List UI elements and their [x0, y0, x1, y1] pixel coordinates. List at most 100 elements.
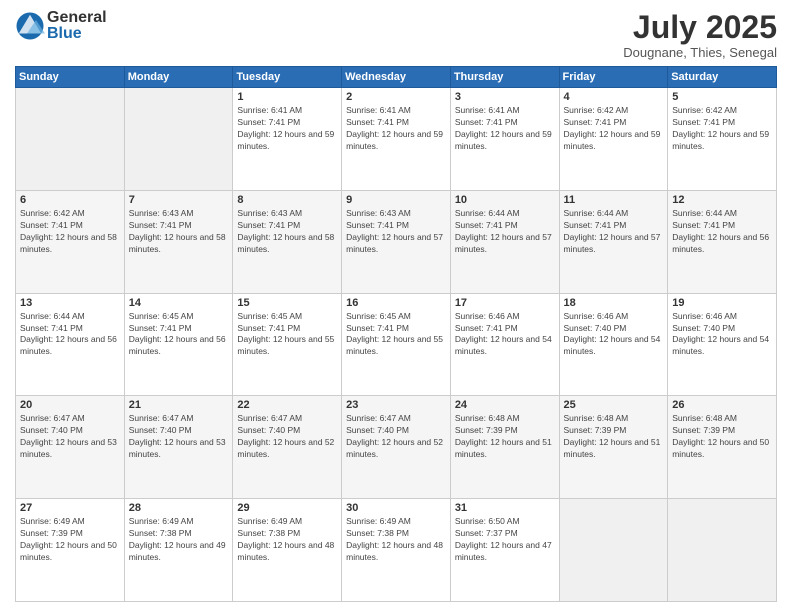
calendar-cell: 7 Sunrise: 6:43 AMSunset: 7:41 PMDaylight… [124, 190, 233, 293]
day-info: Sunrise: 6:41 AMSunset: 7:41 PMDaylight:… [346, 105, 446, 153]
day-header: Sunday [16, 67, 125, 88]
day-info: Sunrise: 6:47 AMSunset: 7:40 PMDaylight:… [20, 413, 120, 461]
calendar-cell [668, 499, 777, 602]
month-year: July 2025 [623, 10, 777, 45]
day-header: Tuesday [233, 67, 342, 88]
day-info: Sunrise: 6:49 AMSunset: 7:38 PMDaylight:… [346, 516, 446, 564]
calendar-header-row: SundayMondayTuesdayWednesdayThursdayFrid… [16, 67, 777, 88]
calendar-cell: 31 Sunrise: 6:50 AMSunset: 7:37 PMDayligh… [450, 499, 559, 602]
day-number: 24 [455, 399, 555, 411]
day-number: 27 [20, 502, 120, 514]
calendar-cell: 14 Sunrise: 6:45 AMSunset: 7:41 PMDayligh… [124, 293, 233, 396]
calendar-cell: 16Sunrise: 6:45 AMSunset: 7:41 PMDayligh… [342, 293, 451, 396]
day-number: 9 [346, 194, 446, 206]
day-info: Sunrise: 6:44 AMSunset: 7:41 PMDaylight:… [20, 311, 120, 359]
day-number: 14 [129, 297, 229, 309]
day-info: Sunrise: 6:50 AMSunset: 7:37 PMDaylight:… [455, 516, 555, 564]
day-number: 8 [237, 194, 337, 206]
day-header: Saturday [668, 67, 777, 88]
calendar-cell: 4 Sunrise: 6:42 AMSunset: 7:41 PMDaylight… [559, 88, 668, 191]
day-info: Sunrise: 6:42 AMSunset: 7:41 PMDaylight:… [672, 105, 772, 153]
calendar-cell: 17Sunrise: 6:46 AMSunset: 7:41 PMDayligh… [450, 293, 559, 396]
day-number: 15 [237, 297, 337, 309]
calendar-cell: 18 Sunrise: 6:46 AMSunset: 7:40 PMDayligh… [559, 293, 668, 396]
day-number: 30 [346, 502, 446, 514]
day-header: Friday [559, 67, 668, 88]
day-info: Sunrise: 6:43 AMSunset: 7:41 PMDaylight:… [237, 208, 337, 256]
day-number: 10 [455, 194, 555, 206]
day-info: Sunrise: 6:42 AMSunset: 7:41 PMDaylight:… [564, 105, 664, 153]
day-number: 7 [129, 194, 229, 206]
day-info: Sunrise: 6:41 AMSunset: 7:41 PMDaylight:… [237, 105, 337, 153]
day-number: 21 [129, 399, 229, 411]
calendar-cell: 10 Sunrise: 6:44 AMSunset: 7:41 PMDayligh… [450, 190, 559, 293]
calendar-cell: 24 Sunrise: 6:48 AMSunset: 7:39 PMDayligh… [450, 396, 559, 499]
day-number: 31 [455, 502, 555, 514]
calendar-cell: 13 Sunrise: 6:44 AMSunset: 7:41 PMDayligh… [16, 293, 125, 396]
day-number: 26 [672, 399, 772, 411]
title-block: July 2025 Dougnane, Thies, Senegal [623, 10, 777, 60]
calendar-cell: 22Sunrise: 6:47 AMSunset: 7:40 PMDayligh… [233, 396, 342, 499]
logo-text: General Blue [47, 10, 107, 42]
day-info: Sunrise: 6:42 AMSunset: 7:41 PMDaylight:… [20, 208, 120, 256]
day-number: 28 [129, 502, 229, 514]
logo-blue-text: Blue [47, 26, 107, 42]
calendar-cell [124, 88, 233, 191]
calendar-cell: 20 Sunrise: 6:47 AMSunset: 7:40 PMDayligh… [16, 396, 125, 499]
calendar-cell: 29Sunrise: 6:49 AMSunset: 7:38 PMDayligh… [233, 499, 342, 602]
calendar-cell: 27Sunrise: 6:49 AMSunset: 7:39 PMDayligh… [16, 499, 125, 602]
logo: General Blue [15, 10, 107, 42]
calendar-cell: 2Sunrise: 6:41 AMSunset: 7:41 PMDaylight… [342, 88, 451, 191]
day-info: Sunrise: 6:41 AMSunset: 7:41 PMDaylight:… [455, 105, 555, 153]
calendar-cell: 15 Sunrise: 6:45 AMSunset: 7:41 PMDayligh… [233, 293, 342, 396]
day-info: Sunrise: 6:44 AMSunset: 7:41 PMDaylight:… [564, 208, 664, 256]
header: General Blue July 2025 Dougnane, Thies, … [15, 10, 777, 60]
day-header: Monday [124, 67, 233, 88]
calendar-cell: 6 Sunrise: 6:42 AMSunset: 7:41 PMDaylight… [16, 190, 125, 293]
day-number: 12 [672, 194, 772, 206]
calendar-cell: 1 Sunrise: 6:41 AMSunset: 7:41 PMDaylight… [233, 88, 342, 191]
calendar-cell: 5 Sunrise: 6:42 AMSunset: 7:41 PMDaylight… [668, 88, 777, 191]
day-number: 13 [20, 297, 120, 309]
calendar-cell: 8 Sunrise: 6:43 AMSunset: 7:41 PMDaylight… [233, 190, 342, 293]
day-info: Sunrise: 6:48 AMSunset: 7:39 PMDaylight:… [672, 413, 772, 461]
day-number: 23 [346, 399, 446, 411]
day-info: Sunrise: 6:47 AMSunset: 7:40 PMDaylight:… [237, 413, 337, 461]
day-info: Sunrise: 6:44 AMSunset: 7:41 PMDaylight:… [455, 208, 555, 256]
logo-general-text: General [47, 10, 107, 26]
day-info: Sunrise: 6:45 AMSunset: 7:41 PMDaylight:… [129, 311, 229, 359]
logo-icon [15, 11, 45, 41]
calendar-week-row: 6 Sunrise: 6:42 AMSunset: 7:41 PMDaylight… [16, 190, 777, 293]
calendar-cell: 9 Sunrise: 6:43 AMSunset: 7:41 PMDaylight… [342, 190, 451, 293]
day-info: Sunrise: 6:49 AMSunset: 7:38 PMDaylight:… [129, 516, 229, 564]
day-info: Sunrise: 6:47 AMSunset: 7:40 PMDaylight:… [129, 413, 229, 461]
day-info: Sunrise: 6:46 AMSunset: 7:40 PMDaylight:… [564, 311, 664, 359]
page: General Blue July 2025 Dougnane, Thies, … [0, 0, 792, 612]
day-number: 3 [455, 91, 555, 103]
day-number: 6 [20, 194, 120, 206]
calendar-week-row: 1 Sunrise: 6:41 AMSunset: 7:41 PMDaylight… [16, 88, 777, 191]
day-number: 17 [455, 297, 555, 309]
day-number: 1 [237, 91, 337, 103]
day-header: Wednesday [342, 67, 451, 88]
day-number: 5 [672, 91, 772, 103]
calendar-cell: 12 Sunrise: 6:44 AMSunset: 7:41 PMDayligh… [668, 190, 777, 293]
day-number: 20 [20, 399, 120, 411]
day-number: 19 [672, 297, 772, 309]
day-number: 18 [564, 297, 664, 309]
day-number: 25 [564, 399, 664, 411]
calendar-week-row: 20 Sunrise: 6:47 AMSunset: 7:40 PMDayligh… [16, 396, 777, 499]
day-number: 4 [564, 91, 664, 103]
day-info: Sunrise: 6:44 AMSunset: 7:41 PMDaylight:… [672, 208, 772, 256]
day-info: Sunrise: 6:45 AMSunset: 7:41 PMDaylight:… [237, 311, 337, 359]
day-info: Sunrise: 6:43 AMSunset: 7:41 PMDaylight:… [346, 208, 446, 256]
calendar-cell: 3 Sunrise: 6:41 AMSunset: 7:41 PMDaylight… [450, 88, 559, 191]
day-info: Sunrise: 6:48 AMSunset: 7:39 PMDaylight:… [564, 413, 664, 461]
day-info: Sunrise: 6:48 AMSunset: 7:39 PMDaylight:… [455, 413, 555, 461]
day-info: Sunrise: 6:43 AMSunset: 7:41 PMDaylight:… [129, 208, 229, 256]
calendar-week-row: 27Sunrise: 6:49 AMSunset: 7:39 PMDayligh… [16, 499, 777, 602]
day-header: Thursday [450, 67, 559, 88]
day-number: 16 [346, 297, 446, 309]
calendar-cell [16, 88, 125, 191]
day-number: 29 [237, 502, 337, 514]
